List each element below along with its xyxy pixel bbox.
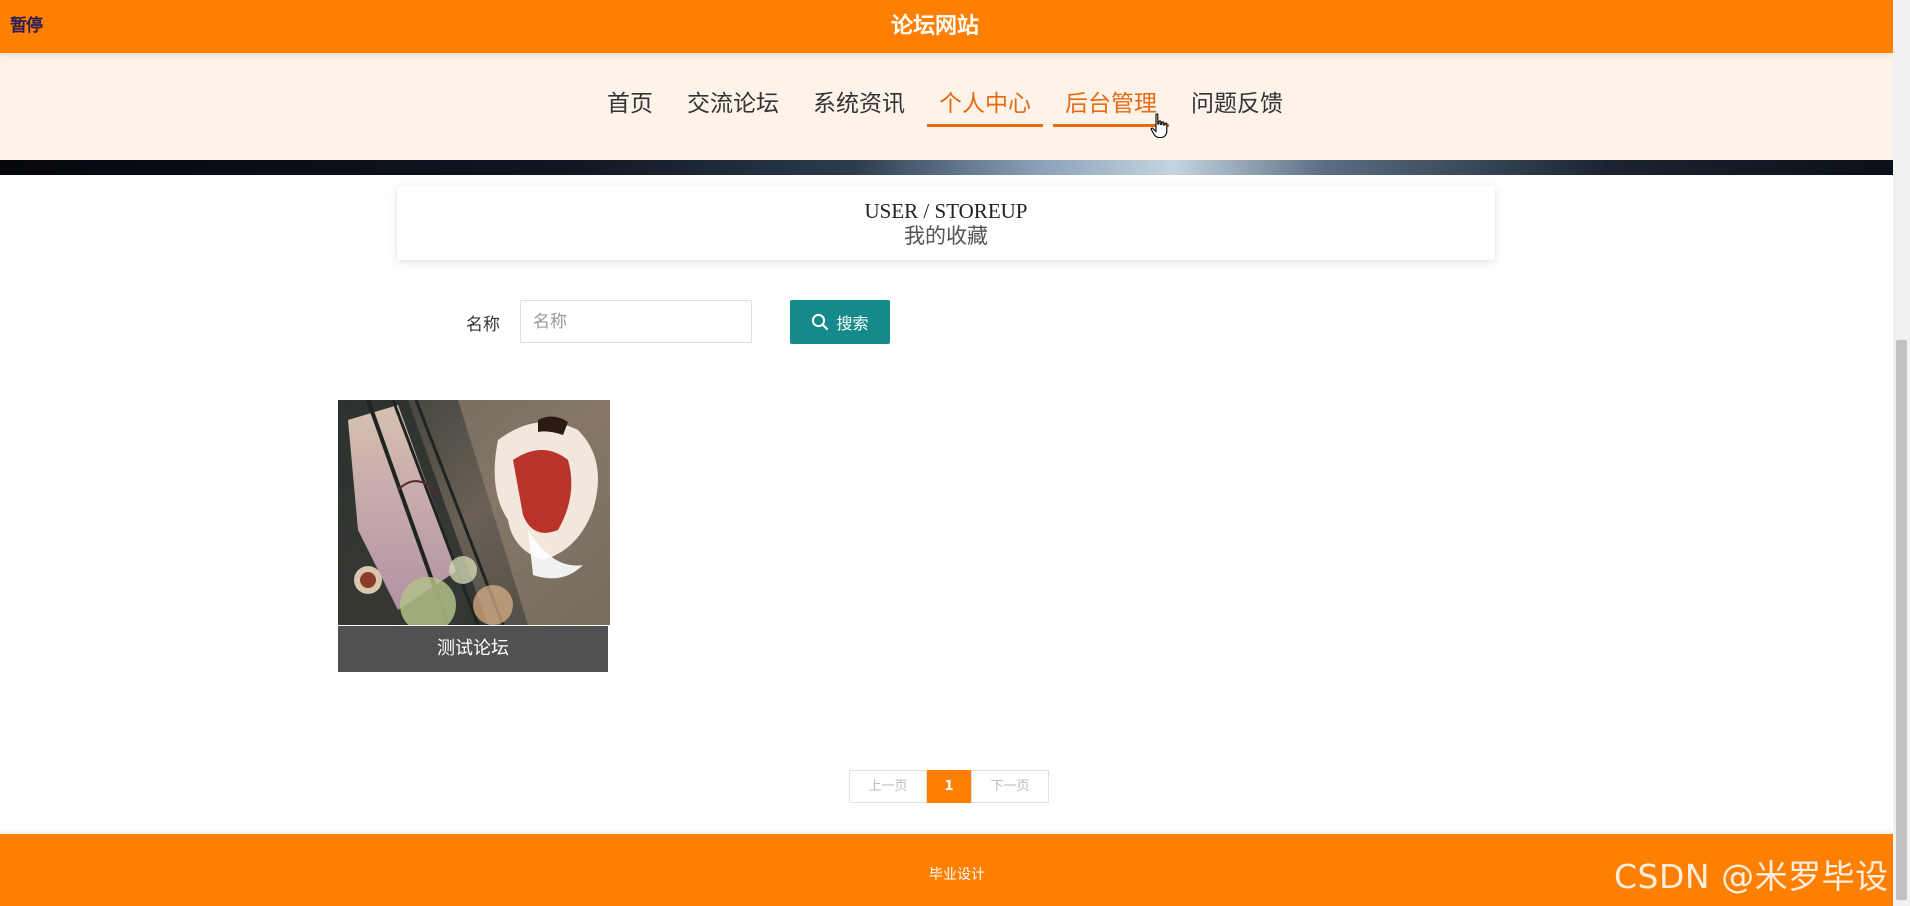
app-window: 暂停 论坛网站 首页 交流论坛 系统资讯 个人中心 后台管理 问题反馈 USER… [0, 0, 1910, 906]
csdn-watermark: CSDN @米罗毕设 [1614, 857, 1889, 896]
section-title-cn: 我的收藏 [904, 224, 988, 248]
main-navigation: 首页 交流论坛 系统资讯 个人中心 后台管理 问题反馈 [0, 53, 1893, 160]
prev-page-button[interactable]: 上一页 [849, 770, 927, 803]
search-name-label: 名称 [466, 315, 500, 335]
nav-menu: 首页 交流论坛 系统资讯 个人中心 后台管理 问题反馈 [595, 89, 1305, 127]
nav-item-personal-center[interactable]: 个人中心 [927, 89, 1043, 127]
section-title-en: USER / STOREUP [864, 199, 1028, 223]
search-icon [812, 313, 829, 331]
banner-image-strip [0, 160, 1893, 175]
nav-item-forum[interactable]: 交流论坛 [675, 89, 791, 127]
nav-item-news[interactable]: 系统资讯 [801, 89, 917, 127]
pagination: 上一页 1 下一页 [849, 770, 1049, 803]
search-button-label: 搜索 [836, 314, 869, 333]
favorite-card[interactable]: 测试论坛 [338, 400, 610, 673]
footer: 毕业设计 [0, 834, 1893, 906]
top-header-bar: 暂停 论坛网站 [0, 0, 1893, 53]
nav-item-home[interactable]: 首页 [595, 89, 665, 127]
nav-item-feedback[interactable]: 问题反馈 [1179, 89, 1295, 127]
next-page-button[interactable]: 下一页 [971, 770, 1049, 803]
search-name-input[interactable] [520, 300, 752, 343]
vertical-scrollbar[interactable] [1893, 0, 1910, 906]
favorite-card-title: 测试论坛 [338, 626, 608, 672]
scrollbar-thumb[interactable] [1896, 340, 1907, 900]
page-number-button[interactable]: 1 [927, 770, 971, 803]
hand-cursor-icon [1150, 113, 1168, 139]
favorite-card-image [338, 400, 610, 625]
search-button[interactable]: 搜索 [790, 300, 890, 344]
section-header-card: USER / STOREUP 我的收藏 [397, 186, 1495, 260]
site-title: 论坛网站 [890, 14, 979, 39]
